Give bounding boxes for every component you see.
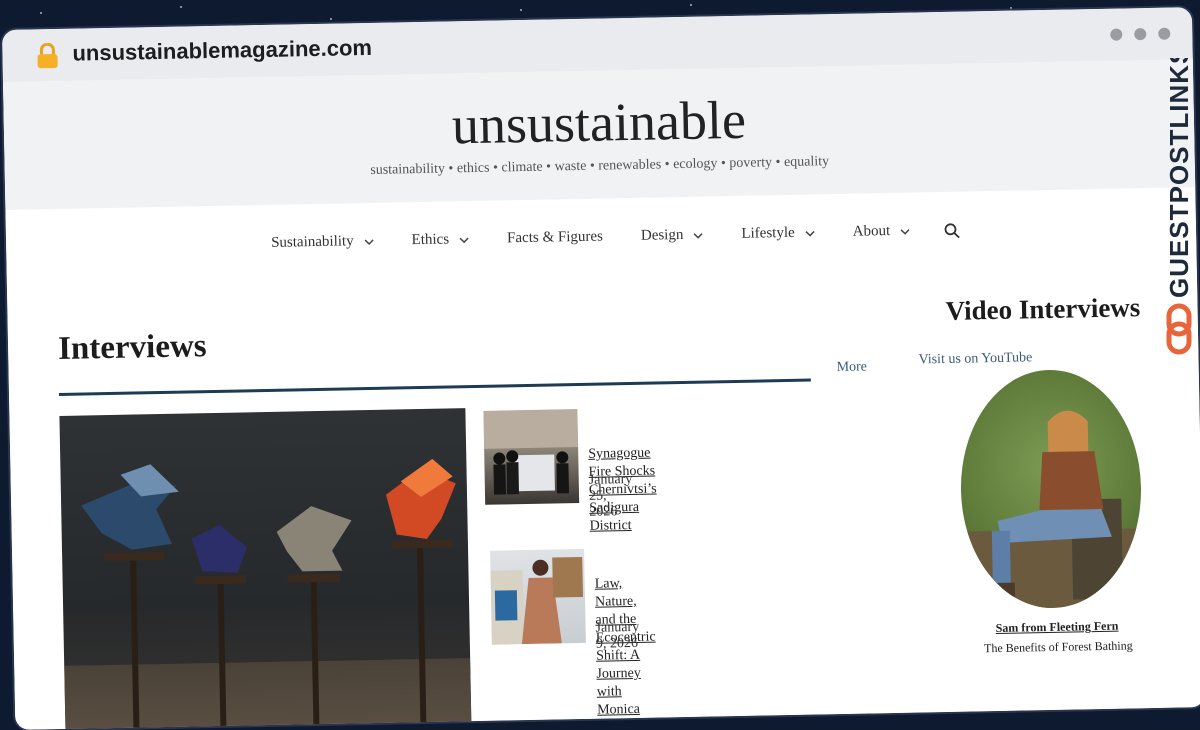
address-bar-url[interactable]: unsustainablemagazine.com	[72, 35, 372, 67]
more-link[interactable]: More	[836, 359, 867, 376]
youtube-link[interactable]: Visit us on YouTube	[918, 350, 1032, 368]
nav-item-sustainability[interactable]: Sustainability	[271, 233, 374, 252]
window-dot-icon[interactable]	[1158, 27, 1171, 40]
video-guest-name[interactable]: Sam from Fleeting Fern	[996, 619, 1119, 636]
video-interviews-heading: Video Interviews	[945, 292, 1141, 326]
watermark-text: GUESTPOSTLINKS	[1164, 58, 1194, 298]
window-controls	[1110, 27, 1171, 41]
window-dot-icon[interactable]	[1134, 28, 1147, 41]
chevron-down-icon	[693, 232, 703, 239]
chevron-down-icon	[459, 237, 469, 243]
chevron-down-icon	[900, 228, 910, 235]
article-thumbnail[interactable]	[483, 409, 580, 505]
person-photo-graphic	[961, 410, 1144, 610]
link-chain-icon	[1166, 303, 1192, 355]
video-subtitle: The Benefits of Forest Bathing	[983, 638, 1133, 656]
nav-item-design[interactable]: Design	[641, 227, 704, 245]
bird-sculptures-graphic	[81, 458, 456, 730]
article-thumbnail[interactable]	[490, 548, 586, 645]
site-header: unsustainable sustainability • ethics • …	[2, 59, 1196, 210]
nav-item-label: Design	[640, 226, 684, 244]
nav-item-facts-figures[interactable]: Facts & Figures	[507, 229, 603, 248]
section-divider	[58, 378, 811, 396]
window-dot-icon[interactable]	[1110, 28, 1123, 41]
nav-item-label: Ethics	[411, 231, 450, 249]
guestpostlinks-watermark: GUESTPOSTLINKS	[1164, 58, 1194, 355]
chevron-down-icon	[805, 230, 815, 237]
portrait-photo-graphic	[490, 556, 583, 645]
interviews-heading: Interviews	[57, 328, 207, 367]
main-nav: Sustainability Ethics Facts & Figures De…	[271, 222, 960, 252]
nav-item-label: Facts & Figures	[506, 228, 604, 247]
article-title-line: with Monica Feria-Tinta	[596, 684, 641, 730]
lock-icon	[37, 42, 58, 69]
nav-item-ethics[interactable]: Ethics	[411, 231, 469, 249]
nav-item-lifestyle[interactable]: Lifestyle	[741, 224, 815, 242]
ceremony-photo-graphic	[483, 409, 579, 495]
featured-video-thumbnail[interactable]	[958, 368, 1144, 610]
nav-item-label: About	[852, 222, 891, 240]
web-page: unsustainable sustainability • ethics • …	[2, 59, 1200, 730]
nav-item-label: Lifestyle	[741, 224, 795, 242]
nav-item-label: Sustainability	[270, 233, 354, 251]
article-date: January 9, 2026	[595, 619, 640, 652]
browser-window: unsustainablemagazine.com unsustainable …	[2, 7, 1200, 730]
chevron-down-icon	[364, 238, 374, 245]
search-icon[interactable]	[944, 222, 960, 238]
featured-image[interactable]	[59, 408, 472, 730]
nav-item-about[interactable]: About	[853, 223, 911, 241]
article-date: January 25, 2026	[588, 471, 633, 520]
